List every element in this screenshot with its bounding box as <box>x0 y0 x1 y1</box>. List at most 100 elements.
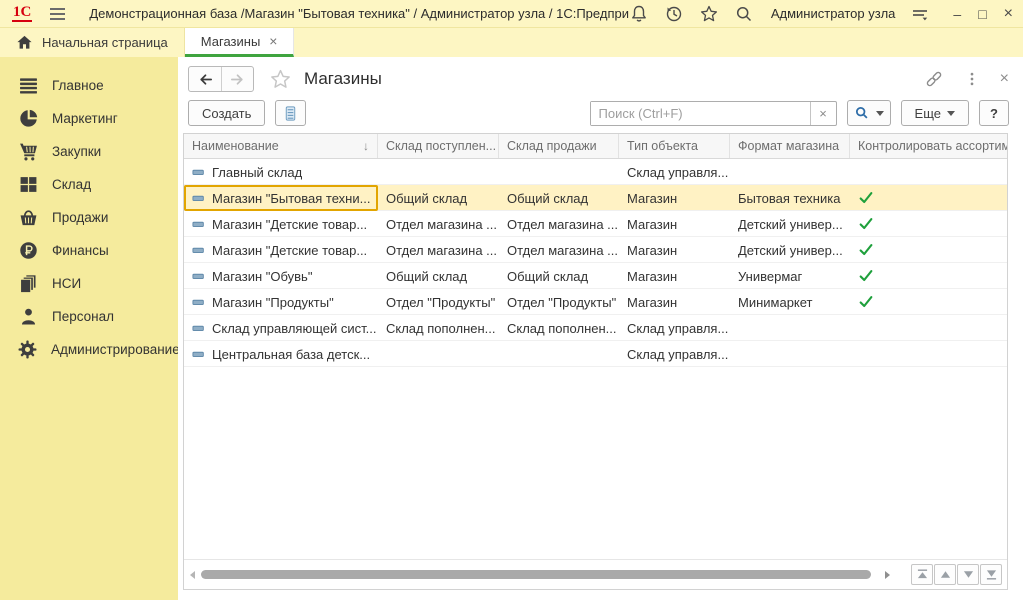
cell-name[interactable]: Магазин "Обувь" <box>184 263 378 289</box>
cell-sale-warehouse[interactable] <box>499 159 619 185</box>
cell-control-assortment[interactable] <box>850 237 1007 263</box>
sidebar-item-personal[interactable]: Персонал <box>0 300 178 333</box>
sidebar-item-glavnoe[interactable]: Главное <box>0 69 178 102</box>
forward-button[interactable] <box>221 67 253 91</box>
cell-receipt-warehouse[interactable]: Общий склад <box>378 185 499 211</box>
table-row[interactable]: Склад управляющей сист...Склад пополнен.… <box>184 315 1007 341</box>
column-header[interactable]: Контролировать ассортиме <box>850 134 1007 158</box>
cell-name[interactable]: Магазин "Детские товар... <box>184 211 378 237</box>
get-link-icon[interactable] <box>925 70 944 89</box>
table-row[interactable]: Магазин "Детские товар...Отдел магазина … <box>184 237 1007 263</box>
cell-name[interactable]: Главный склад <box>184 159 378 185</box>
scroll-left-icon[interactable] <box>190 571 195 579</box>
cell-store-format[interactable]: Универмаг <box>730 263 850 289</box>
close-form-button[interactable]: × <box>1000 71 1009 87</box>
cell-control-assortment[interactable] <box>850 341 1007 367</box>
cell-sale-warehouse[interactable]: Отдел магазина ... <box>499 211 619 237</box>
cell-sale-warehouse[interactable]: Отдел "Продукты" <box>499 289 619 315</box>
close-window-button[interactable]: × <box>1004 6 1013 22</box>
cell-receipt-warehouse[interactable]: Склад пополнен... <box>378 315 499 341</box>
cell-store-format[interactable]: Бытовая техника <box>730 185 850 211</box>
notifications-bell-icon[interactable] <box>629 4 649 24</box>
more-dots-icon[interactable] <box>964 71 980 87</box>
row-down-button[interactable] <box>957 564 979 585</box>
cell-name[interactable]: Магазин "Продукты" <box>184 289 378 315</box>
current-user[interactable]: Администратор узла <box>771 6 896 21</box>
cell-store-format[interactable] <box>730 341 850 367</box>
maximize-button[interactable]: □ <box>978 7 986 21</box>
column-header[interactable]: Формат магазина <box>730 134 850 158</box>
sidebar-item-sklad[interactable]: Склад <box>0 168 178 201</box>
cell-name[interactable]: Магазин "Бытовая техни... <box>184 185 378 211</box>
cell-receipt-warehouse[interactable] <box>378 159 499 185</box>
back-button[interactable] <box>189 67 221 91</box>
search-input[interactable] <box>591 102 810 125</box>
cell-sale-warehouse[interactable]: Общий склад <box>499 185 619 211</box>
cell-control-assortment[interactable] <box>850 263 1007 289</box>
sidebar-item-prodazhi[interactable]: Продажи <box>0 201 178 234</box>
sidebar-item-zakupki[interactable]: Закупки <box>0 135 178 168</box>
cell-receipt-warehouse[interactable]: Отдел магазина ... <box>378 211 499 237</box>
sidebar-item-nsi[interactable]: НСИ <box>0 267 178 300</box>
search-button[interactable] <box>847 100 891 126</box>
cell-control-assortment[interactable] <box>850 315 1007 341</box>
cell-control-assortment[interactable] <box>850 159 1007 185</box>
create-button[interactable]: Создать <box>188 100 265 126</box>
cell-receipt-warehouse[interactable] <box>378 341 499 367</box>
cell-sale-warehouse[interactable]: Общий склад <box>499 263 619 289</box>
cell-control-assortment[interactable] <box>850 185 1007 211</box>
cell-store-format[interactable]: Минимаркет <box>730 289 850 315</box>
table-row[interactable]: Магазин "Обувь"Общий складОбщий складМаг… <box>184 263 1007 289</box>
cell-name[interactable]: Магазин "Детские товар... <box>184 237 378 263</box>
service-settings-icon[interactable] <box>910 4 930 24</box>
cell-store-format[interactable] <box>730 315 850 341</box>
cell-receipt-warehouse[interactable]: Отдел магазина ... <box>378 237 499 263</box>
sidebar-item-administrirovanie[interactable]: Администрирование <box>0 333 178 366</box>
tab-magaziny[interactable]: Магазины × <box>185 28 295 57</box>
cell-sale-warehouse[interactable]: Склад пополнен... <box>499 315 619 341</box>
tab-home[interactable]: Начальная страница <box>0 28 185 57</box>
cell-sale-warehouse[interactable] <box>499 341 619 367</box>
main-menu-icon[interactable] <box>50 8 65 20</box>
help-button[interactable]: ? <box>979 100 1009 126</box>
cell-receipt-warehouse[interactable]: Общий склад <box>378 263 499 289</box>
cell-object-type[interactable]: Склад управля... <box>619 341 730 367</box>
cell-object-type[interactable]: Магазин <box>619 237 730 263</box>
minimize-button[interactable]: – <box>953 7 961 21</box>
table-row[interactable]: Магазин "Детские товар...Отдел магазина … <box>184 211 1007 237</box>
cell-store-format[interactable]: Детский универ... <box>730 237 850 263</box>
scroll-right-icon[interactable] <box>885 571 890 579</box>
cell-name[interactable]: Склад управляющей сист... <box>184 315 378 341</box>
sidebar-item-marketing[interactable]: Маркетинг <box>0 102 178 135</box>
cell-name[interactable]: Центральная база детск... <box>184 341 378 367</box>
create-group-button[interactable] <box>275 100 306 126</box>
column-header[interactable]: Наименование↓ <box>184 134 378 158</box>
global-search-icon[interactable] <box>734 4 754 24</box>
cell-object-type[interactable]: Магазин <box>619 289 730 315</box>
table-row[interactable]: Магазин "Продукты"Отдел "Продукты"Отдел … <box>184 289 1007 315</box>
column-header[interactable]: Тип объекта <box>619 134 730 158</box>
history-icon[interactable] <box>664 4 684 24</box>
cell-store-format[interactable] <box>730 159 850 185</box>
cell-store-format[interactable]: Детский универ... <box>730 211 850 237</box>
cell-sale-warehouse[interactable]: Отдел магазина ... <box>499 237 619 263</box>
favorites-star-icon[interactable] <box>699 4 719 24</box>
more-button[interactable]: Еще <box>901 100 969 126</box>
cell-object-type[interactable]: Магазин <box>619 263 730 289</box>
row-up-button[interactable] <box>934 564 956 585</box>
cell-receipt-warehouse[interactable]: Отдел "Продукты" <box>378 289 499 315</box>
table-row[interactable]: Центральная база детск... Склад управля..… <box>184 341 1007 367</box>
go-last-row-button[interactable] <box>980 564 1002 585</box>
sidebar-item-finansy[interactable]: Финансы <box>0 234 178 267</box>
cell-object-type[interactable]: Магазин <box>619 211 730 237</box>
column-header[interactable]: Склад продажи <box>499 134 619 158</box>
cell-object-type[interactable]: Склад управля... <box>619 159 730 185</box>
column-header[interactable]: Склад поступлен... <box>378 134 499 158</box>
go-first-row-button[interactable] <box>911 564 933 585</box>
cell-control-assortment[interactable] <box>850 211 1007 237</box>
cell-control-assortment[interactable] <box>850 289 1007 315</box>
table-row[interactable]: Магазин "Бытовая техни...Общий складОбщи… <box>184 185 1007 211</box>
scrollbar-thumb[interactable] <box>201 570 871 579</box>
favorite-star-icon[interactable] <box>269 68 292 91</box>
cell-object-type[interactable]: Склад управля... <box>619 315 730 341</box>
